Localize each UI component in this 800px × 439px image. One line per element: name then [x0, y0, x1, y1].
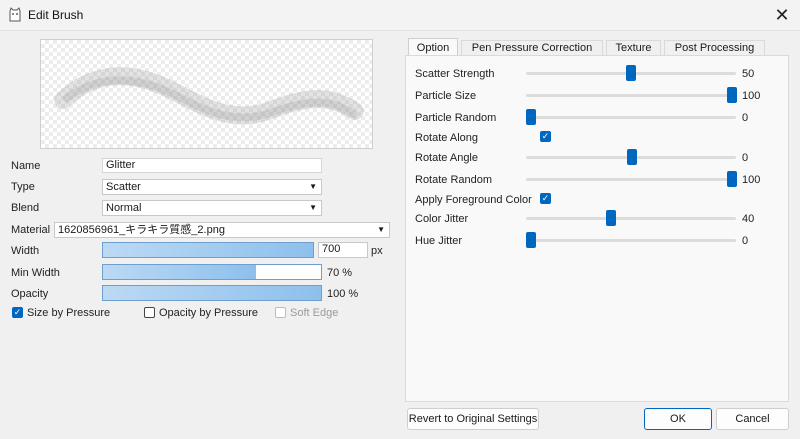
color-jitter-label: Color Jitter: [415, 213, 469, 225]
hue-jitter-label: Hue Jitter: [415, 235, 463, 247]
opacity-bar[interactable]: [102, 285, 322, 301]
tab-post-processing[interactable]: Post Processing: [664, 40, 765, 55]
rotate-angle-label: Rotate Angle: [415, 152, 478, 164]
opacity-by-pressure-checkbox[interactable]: [144, 307, 155, 318]
tab-pen-pressure-correction[interactable]: Pen Pressure Correction: [461, 40, 603, 55]
min-width-bar-fill: [103, 265, 256, 279]
scatter-strength-label: Scatter Strength: [415, 68, 495, 80]
rotate-angle-value: 0: [742, 152, 749, 164]
opacity-label: Opacity: [11, 288, 49, 300]
soft-edge-label: Soft Edge: [290, 307, 339, 319]
scatter-strength-thumb[interactable]: [626, 65, 636, 81]
particle-random-track[interactable]: [526, 116, 736, 119]
brush-preview: [40, 39, 373, 149]
type-select-value: Scatter: [106, 181, 141, 193]
chevron-down-icon: ▼: [309, 182, 317, 191]
tab-option[interactable]: Option: [408, 38, 458, 56]
hue-jitter-thumb[interactable]: [526, 232, 536, 248]
close-icon[interactable]: ✕: [771, 5, 793, 25]
color-jitter-value: 40: [742, 213, 755, 225]
blend-label: Blend: [11, 202, 40, 214]
color-jitter-thumb[interactable]: [606, 210, 616, 226]
type-label: Type: [11, 181, 35, 193]
brush-stroke-preview: [54, 67, 365, 125]
particle-size-label: Particle Size: [415, 90, 477, 102]
apply-foreground-color-checkbox[interactable]: ✓: [540, 193, 551, 204]
rotate-along-checkbox[interactable]: ✓: [540, 131, 551, 142]
width-bar[interactable]: [102, 242, 314, 258]
particle-size-track[interactable]: [526, 94, 736, 97]
particle-random-label: Particle Random: [415, 112, 497, 124]
width-input[interactable]: 700: [318, 242, 368, 258]
material-label: Material: [11, 224, 51, 236]
hue-jitter-value: 0: [742, 235, 749, 247]
size-by-pressure-checkbox[interactable]: ✓: [12, 307, 23, 318]
cat-app-icon: [9, 7, 21, 22]
width-bar-fill: [103, 243, 313, 257]
min-width-value: 70 %: [327, 267, 353, 279]
color-jitter-track[interactable]: [526, 217, 736, 220]
particle-random-thumb[interactable]: [526, 109, 536, 125]
opacity-by-pressure-label: Opacity by Pressure: [159, 307, 259, 319]
name-input[interactable]: Glitter: [102, 158, 322, 173]
soft-edge-checkbox: [275, 307, 286, 318]
tab-texture[interactable]: Texture: [606, 40, 661, 55]
material-select[interactable]: 1620856961_キラキラ質感_2.png ▼: [54, 222, 390, 238]
rotate-random-value: 100: [742, 174, 761, 186]
size-by-pressure-label: Size by Pressure: [27, 307, 111, 319]
rotate-angle-thumb[interactable]: [627, 149, 637, 165]
width-unit: px: [371, 245, 383, 257]
rotate-random-thumb[interactable]: [727, 171, 737, 187]
min-width-label: Min Width: [11, 267, 60, 279]
rotate-random-label: Rotate Random: [415, 174, 493, 186]
min-width-bar[interactable]: [102, 264, 322, 280]
window-title: Edit Brush: [28, 8, 84, 22]
rotate-random-track[interactable]: [526, 178, 736, 181]
blend-select[interactable]: Normal ▼: [102, 200, 322, 216]
opacity-value: 100 %: [327, 288, 359, 300]
apply-foreground-color-label: Apply Foreground Color: [415, 194, 532, 206]
cancel-button[interactable]: Cancel: [716, 408, 789, 430]
title-bar: [0, 0, 800, 31]
hue-jitter-track[interactable]: [526, 239, 736, 242]
type-select[interactable]: Scatter ▼: [102, 179, 322, 195]
particle-size-thumb[interactable]: [727, 87, 737, 103]
scatter-strength-value: 50: [742, 68, 755, 80]
revert-button[interactable]: Revert to Original Settings: [407, 408, 539, 430]
name-label: Name: [11, 160, 41, 172]
chevron-down-icon: ▼: [309, 203, 317, 212]
particle-size-value: 100: [742, 90, 761, 102]
option-panel: [405, 55, 789, 402]
particle-random-value: 0: [742, 112, 749, 124]
width-label: Width: [11, 245, 40, 257]
blend-select-value: Normal: [106, 202, 142, 214]
chevron-down-icon: ▼: [377, 225, 385, 234]
ok-button[interactable]: OK: [644, 408, 712, 430]
rotate-along-label: Rotate Along: [415, 132, 478, 144]
material-select-value: 1620856961_キラキラ質感_2.png: [58, 224, 225, 236]
opacity-bar-fill: [103, 286, 321, 300]
